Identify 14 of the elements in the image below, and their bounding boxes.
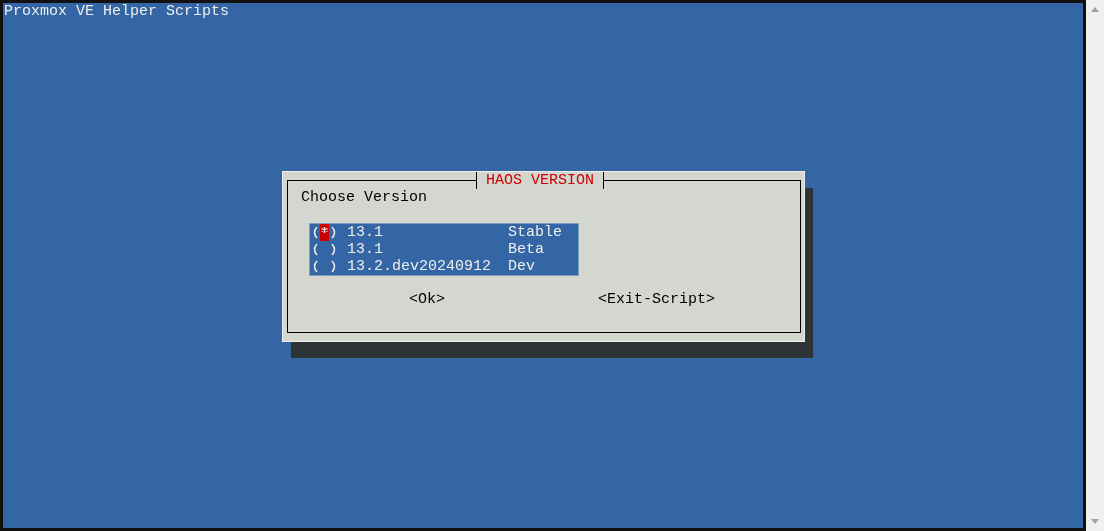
version-label: 13.1 xyxy=(347,224,384,241)
screen-title: Proxmox VE Helper Scripts xyxy=(4,3,230,20)
exit-button[interactable]: <Exit-Script> xyxy=(598,291,716,308)
channel-label: Stable xyxy=(508,224,562,241)
ok-button[interactable]: <Ok> xyxy=(409,291,445,308)
dialog-title: HAOS VERSION xyxy=(476,172,605,189)
channel-label: Dev xyxy=(508,258,535,275)
prompt-text: Choose Version xyxy=(301,189,428,206)
version-label: 13.2.dev20240912 xyxy=(347,258,493,275)
radio-button[interactable] xyxy=(311,258,338,275)
version-label: 13.1 xyxy=(347,241,384,258)
channel-label: Beta xyxy=(508,241,544,258)
radio-button[interactable] xyxy=(311,241,338,258)
radio-button[interactable] xyxy=(311,224,338,241)
